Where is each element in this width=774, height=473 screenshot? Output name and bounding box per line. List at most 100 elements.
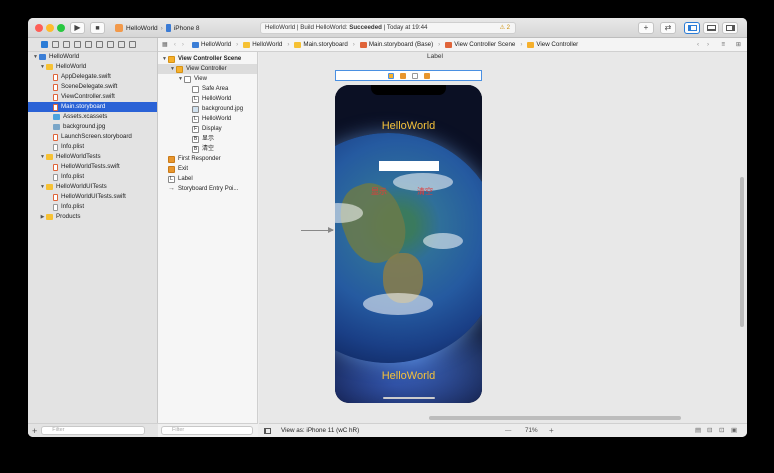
horizontal-scrollbar[interactable]	[429, 416, 681, 420]
update-frames-icon[interactable]: ▤	[695, 427, 701, 434]
navigator-item[interactable]: background.jpg	[28, 122, 157, 132]
close-window-button[interactable]	[35, 24, 43, 32]
forward-icon[interactable]: ›	[182, 41, 184, 48]
breadcrumb-item[interactable]: Main.storyboard	[294, 41, 348, 48]
exit-icon[interactable]	[411, 72, 418, 79]
outline-item[interactable]: ▼ View	[158, 74, 257, 84]
stop-button[interactable]: ■	[90, 22, 105, 34]
navigator-item[interactable]: ▼ HelloWorld	[28, 62, 157, 72]
hello-world-label-top[interactable]: HelloWorld	[335, 120, 482, 132]
code-review-button[interactable]: ⇄	[660, 22, 676, 34]
toggle-navigator-button[interactable]	[684, 22, 700, 34]
disclosure-open-icon[interactable]: ▼	[32, 52, 39, 62]
first-responder-icon[interactable]	[399, 72, 406, 79]
outline-item[interactable]: First Responder	[158, 154, 257, 164]
navigator-item[interactable]: ▶ Products	[28, 212, 157, 222]
run-button[interactable]: ▶	[70, 22, 85, 34]
editor-options-icon[interactable]: ≡	[721, 41, 725, 48]
back-icon[interactable]: ‹	[174, 41, 176, 48]
symbol-icon[interactable]	[63, 41, 70, 48]
navigator-item[interactable]: Main.storyboard	[28, 102, 157, 112]
folder-icon[interactable]	[41, 41, 48, 48]
scheme-selector[interactable]: HelloWorld › iPhone 8	[115, 22, 200, 34]
navigator-item[interactable]: LaunchScreen.storyboard	[28, 132, 157, 142]
outline-item[interactable]: L HelloWorld	[158, 114, 257, 124]
breakpoint-icon[interactable]	[118, 41, 125, 48]
navigator-item[interactable]: ▼ HelloWorldUITests	[28, 182, 157, 192]
clear-button[interactable]: 清空	[417, 186, 433, 197]
scene-dock[interactable]	[335, 70, 482, 81]
outline-item[interactable]: → Storyboard Entry Poi...	[158, 184, 257, 194]
navigator-item[interactable]: ▼ HelloWorld	[28, 52, 157, 62]
hello-world-label-bottom[interactable]: HelloWorld	[335, 370, 482, 382]
zoom-out-button[interactable]: —	[505, 427, 511, 434]
breadcrumb-item[interactable]: Main.storyboard (Base)	[359, 41, 433, 48]
disclosure-open-icon[interactable]: ▼	[39, 62, 46, 72]
issue-back-icon[interactable]: ‹	[697, 41, 699, 48]
zoom-level[interactable]: 71%	[525, 427, 538, 434]
navigator-item[interactable]: HelloWorldUITests.swift	[28, 192, 157, 202]
disclosure-open-icon[interactable]: ▼	[177, 74, 184, 84]
view-controller-icon[interactable]	[387, 72, 394, 79]
report-icon[interactable]	[129, 41, 136, 48]
storyboard-entry-arrow[interactable]	[301, 227, 334, 233]
source-control-icon[interactable]	[52, 41, 59, 48]
navigator-item[interactable]: SceneDelegate.swift	[28, 82, 157, 92]
outline-item[interactable]: ▼ View Controller	[158, 64, 257, 74]
navigator-item[interactable]: ▼ HelloWorldTests	[28, 152, 157, 162]
outline-toggle-icon[interactable]	[264, 427, 271, 434]
storyboard-canvas[interactable]: Label HelloWorld 显示 清空 HelloWorld	[259, 52, 747, 423]
debug-icon[interactable]	[107, 41, 114, 48]
navigator-item[interactable]: Assets.xcassets	[28, 112, 157, 122]
disclosure-closed-icon[interactable]: ▶	[39, 212, 46, 222]
outline-item[interactable]: ▼ View Controller Scene	[158, 54, 257, 64]
add-constraints-icon[interactable]: ⊡	[719, 427, 724, 434]
navigator-item[interactable]: Info.plist	[28, 142, 157, 152]
add-editor-icon[interactable]: ⊞	[736, 41, 741, 48]
breadcrumb-item[interactable]: HelloWorld	[243, 41, 282, 48]
show-button[interactable]: 显示	[371, 186, 387, 197]
navigator-filter-input[interactable]: Filter	[41, 426, 146, 435]
resolve-issues-icon[interactable]: ▣	[731, 427, 737, 434]
outline-filter-input[interactable]: Filter	[161, 426, 253, 435]
zoom-window-button[interactable]	[57, 24, 65, 32]
label-icon[interactable]	[423, 72, 430, 79]
library-button[interactable]: +	[638, 22, 654, 34]
issue-forward-icon[interactable]: ›	[707, 41, 709, 48]
toggle-inspector-button[interactable]	[722, 22, 738, 34]
breadcrumb-item[interactable]: HelloWorld	[191, 41, 231, 48]
zoom-in-button[interactable]: +	[549, 426, 554, 435]
outline-item[interactable]: L Label	[158, 174, 257, 184]
vertical-scrollbar[interactable]	[740, 177, 744, 327]
align-icon[interactable]: ⊟	[707, 427, 712, 434]
breadcrumb-item[interactable]: View Controller Scene	[445, 41, 515, 48]
outline-item[interactable]: L HelloWorld	[158, 94, 257, 104]
navigator-item[interactable]: AppDelegate.swift	[28, 72, 157, 82]
warning-badge[interactable]: ⚠ 2	[500, 23, 510, 33]
outline-item[interactable]: B 清空	[158, 144, 257, 154]
navigator-item[interactable]: ViewController.swift	[28, 92, 157, 102]
issue-icon[interactable]	[85, 41, 92, 48]
outline-item[interactable]: background.jpg	[158, 104, 257, 114]
navigator-item[interactable]: Info.plist	[28, 202, 157, 212]
navigator-item[interactable]: HelloWorldTests.swift	[28, 162, 157, 172]
outline-item[interactable]: B 显示	[158, 134, 257, 144]
minimize-window-button[interactable]	[46, 24, 54, 32]
device-config-button[interactable]: View as: iPhone 11 (wC hR)	[281, 427, 359, 434]
breadcrumb-item[interactable]: View Controller	[527, 41, 578, 48]
grid-icon[interactable]: ▦	[162, 41, 168, 48]
iphone-scene[interactable]: HelloWorld 显示 清空 HelloWorld	[335, 85, 482, 403]
add-file-icon[interactable]: +	[32, 426, 37, 436]
toggle-debug-area-button[interactable]	[703, 22, 719, 34]
disclosure-open-icon[interactable]: ▼	[161, 54, 168, 64]
disclosure-open-icon[interactable]: ▼	[39, 152, 46, 162]
disclosure-open-icon[interactable]: ▼	[169, 64, 176, 74]
outline-item[interactable]: Exit	[158, 164, 257, 174]
test-icon[interactable]	[96, 41, 103, 48]
navigator-item[interactable]: Info.plist	[28, 172, 157, 182]
outline-item[interactable]: F Display	[158, 124, 257, 134]
find-icon[interactable]	[74, 41, 81, 48]
disclosure-open-icon[interactable]: ▼	[39, 182, 46, 192]
display-text-field[interactable]	[379, 161, 439, 171]
outline-item[interactable]: Safe Area	[158, 84, 257, 94]
